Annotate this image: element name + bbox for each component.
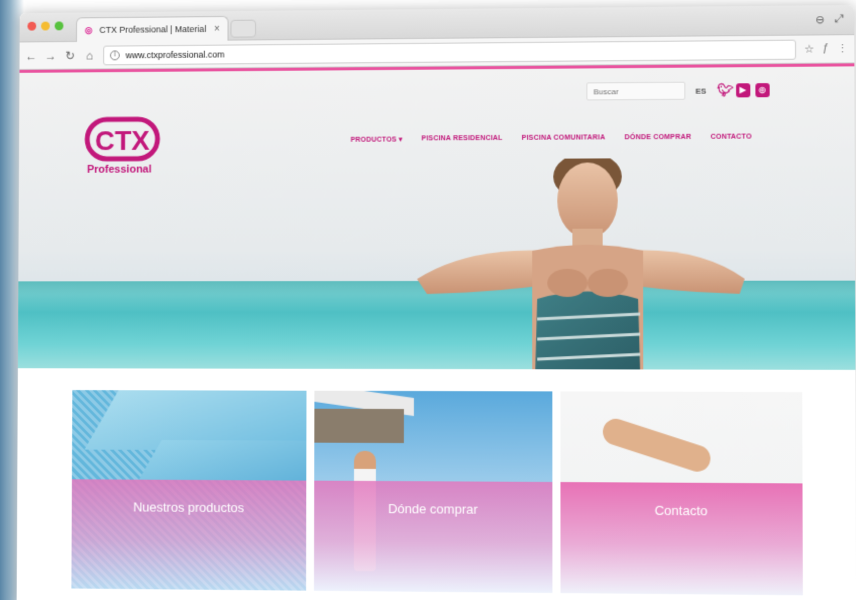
bookmark-star-icon[interactable]: ☆ [804,43,814,56]
tile-overlay: Contacto [560,482,803,596]
logo-subtitle: Professional [87,163,152,176]
close-window-button[interactable] [27,21,37,31]
menu-icon[interactable]: ⋮ [837,42,848,55]
info-icon[interactable]: i [109,49,120,60]
maximize-window-button[interactable] [54,21,64,31]
roof-image [314,408,404,444]
header-utility-bar: ES 🐦︎ ▶ ◎ [586,81,770,101]
window-extra-controls: ⊖ ⤢ [815,13,844,26]
nav-item-donde-comprar[interactable]: DÓNDE COMPRAR [624,134,691,142]
browser-tab[interactable]: ◎ CTX Professional | Material ... × [75,15,229,42]
main-nav: PRODUCTOS ▾ PISCINA RESIDENCIAL PISCINA … [351,134,752,144]
feature-tiles: Nuestros productos Dónde comprar Contact… [71,390,803,596]
back-icon[interactable]: ← [25,49,37,63]
tile-label: Contacto [654,502,708,519]
tile-label: Nuestros productos [133,499,245,516]
minimize-window-button[interactable] [41,21,50,31]
window-controls [27,21,64,31]
language-selector[interactable]: ES [695,86,706,95]
favicon-icon: ◎ [84,25,93,36]
tile-label: Dónde comprar [388,501,478,517]
hero-banner: ES 🐦︎ ▶ ◎ CTX Professional PRODUCTOS ▾ P… [17,66,856,370]
extension-icon[interactable]: ƒ [822,42,828,55]
web-page: ES 🐦︎ ▶ ◎ CTX Professional PRODUCTOS ▾ P… [16,63,856,600]
tile-overlay: Dónde comprar [313,480,553,593]
logo-brand: CTX [95,125,150,156]
reload-icon[interactable]: ↻ [64,48,76,62]
diver-image [599,415,714,476]
tile-contacto[interactable]: Contacto [560,391,803,596]
tile-productos[interactable]: Nuestros productos [71,390,307,591]
forward-icon[interactable]: → [45,49,57,63]
url-text: www.ctxprofessional.com [125,49,225,60]
tile-donde-comprar[interactable]: Dónde comprar [313,390,553,593]
nav-item-productos[interactable]: PRODUCTOS ▾ [351,136,403,144]
nav-item-piscina-residencial[interactable]: PISCINA RESIDENCIAL [421,135,502,143]
tab-title: CTX Professional | Material ... [99,24,210,35]
pool-step-image [138,439,307,481]
search-input[interactable] [586,81,686,101]
instagram-icon[interactable]: ◎ [755,83,770,98]
tab-close-icon[interactable]: × [214,23,220,34]
nav-item-contacto[interactable]: CONTACTO [711,134,752,142]
browser-window: ◎ CTX Professional | Material ... × ⊖ ⤢ … [16,4,856,600]
profile-icon[interactable]: ⊖ [815,13,824,26]
address-bar[interactable]: i www.ctxprofessional.com [103,39,797,65]
hero-woman-image [417,157,745,370]
twitter-icon[interactable]: 🐦︎ [716,82,733,97]
tile-overlay: Nuestros productos [71,479,307,591]
fullscreen-icon[interactable]: ⤢ [835,13,844,26]
toolbar-right: ☆ ƒ ⋮ [804,42,848,55]
nav-item-piscina-comunitaria[interactable]: PISCINA COMUNITARIA [522,134,606,142]
social-links: 🐦︎ ▶ ◎ [716,82,770,98]
new-tab-button[interactable] [230,19,257,38]
youtube-icon[interactable]: ▶ [735,83,751,98]
home-icon[interactable]: ⌂ [84,48,96,62]
